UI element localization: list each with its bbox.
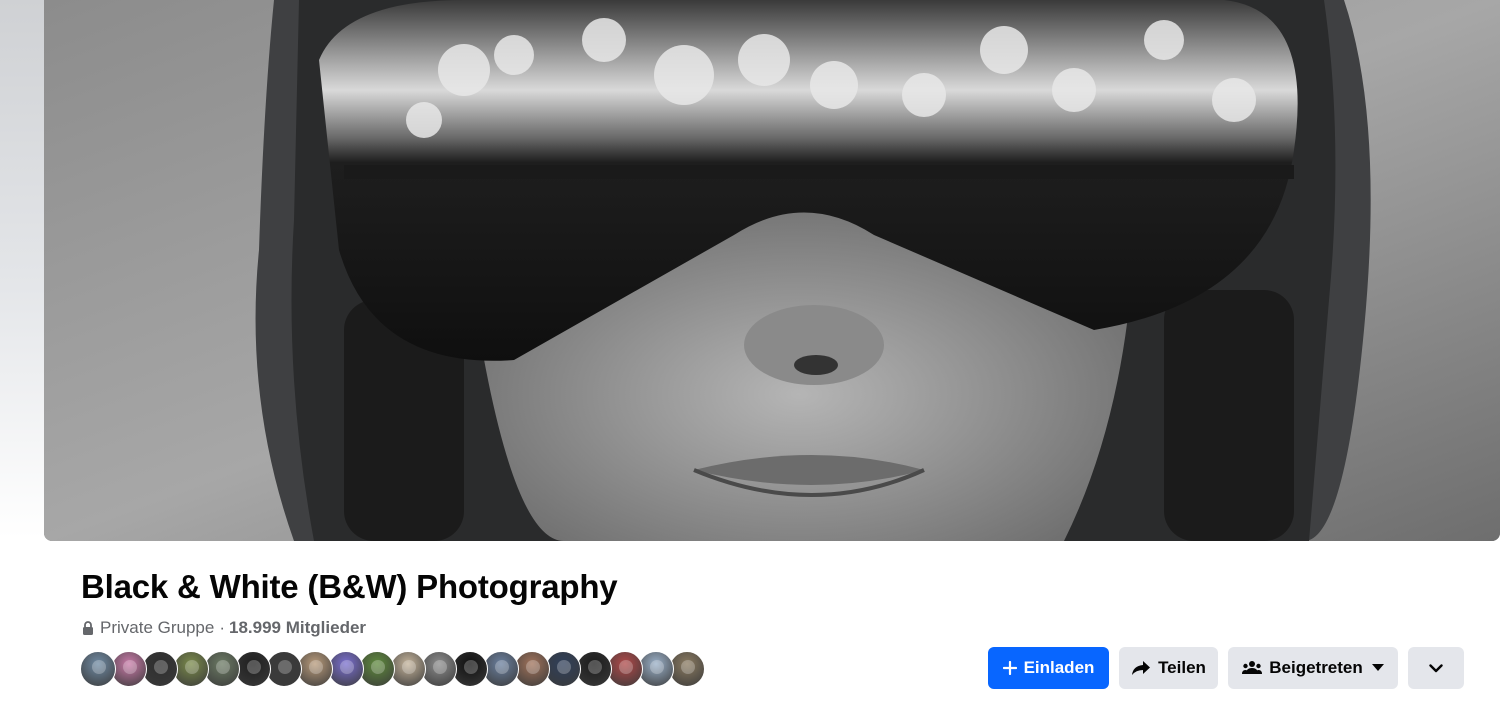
cover-photo-image [44,0,1500,541]
member-avatar[interactable] [545,651,581,687]
plus-icon [1002,661,1017,675]
member-avatar[interactable] [142,651,178,687]
member-avatar[interactable] [607,651,643,687]
member-avatar[interactable] [452,651,488,687]
member-avatar[interactable] [576,651,612,687]
invite-button[interactable]: Einladen [988,647,1109,689]
member-avatar[interactable] [421,651,457,687]
member-avatar[interactable] [235,651,271,687]
group-members-icon [1242,660,1263,676]
member-avatar[interactable] [297,651,333,687]
caret-down-icon [1371,664,1384,672]
member-avatar[interactable] [390,651,426,687]
member-avatar[interactable] [669,651,705,687]
joined-button[interactable]: Beigetreten [1228,647,1398,689]
more-options-button[interactable] [1408,647,1464,689]
member-avatar[interactable] [80,651,116,687]
joined-label: Beigetreten [1269,658,1363,677]
member-count[interactable]: 18.999 Mitglieder [229,618,366,638]
cover-photo[interactable] [44,0,1500,541]
meta-separator: · [219,618,226,637]
member-avatar[interactable] [111,651,147,687]
member-avatar[interactable] [638,651,674,687]
member-avatar[interactable] [483,651,519,687]
lock-icon [82,621,94,635]
share-arrow-icon [1131,660,1151,676]
member-avatar[interactable] [359,651,395,687]
member-avatar[interactable] [328,651,364,687]
member-avatar[interactable] [204,651,240,687]
member-avatar[interactable] [266,651,302,687]
privacy-label[interactable]: Private Gruppe [100,618,214,638]
member-avatar[interactable] [514,651,550,687]
member-avatars [80,651,705,689]
member-avatar[interactable] [173,651,209,687]
invite-label: Einladen [1023,658,1095,677]
page-background-fade [0,0,44,717]
group-title[interactable]: Black & White (B&W) Photography [81,568,618,606]
chevron-down-icon [1429,663,1443,673]
share-button[interactable]: Teilen [1119,647,1218,689]
group-meta: Private Gruppe · 18.999 Mitglieder [82,618,366,638]
share-label: Teilen [1158,658,1206,677]
